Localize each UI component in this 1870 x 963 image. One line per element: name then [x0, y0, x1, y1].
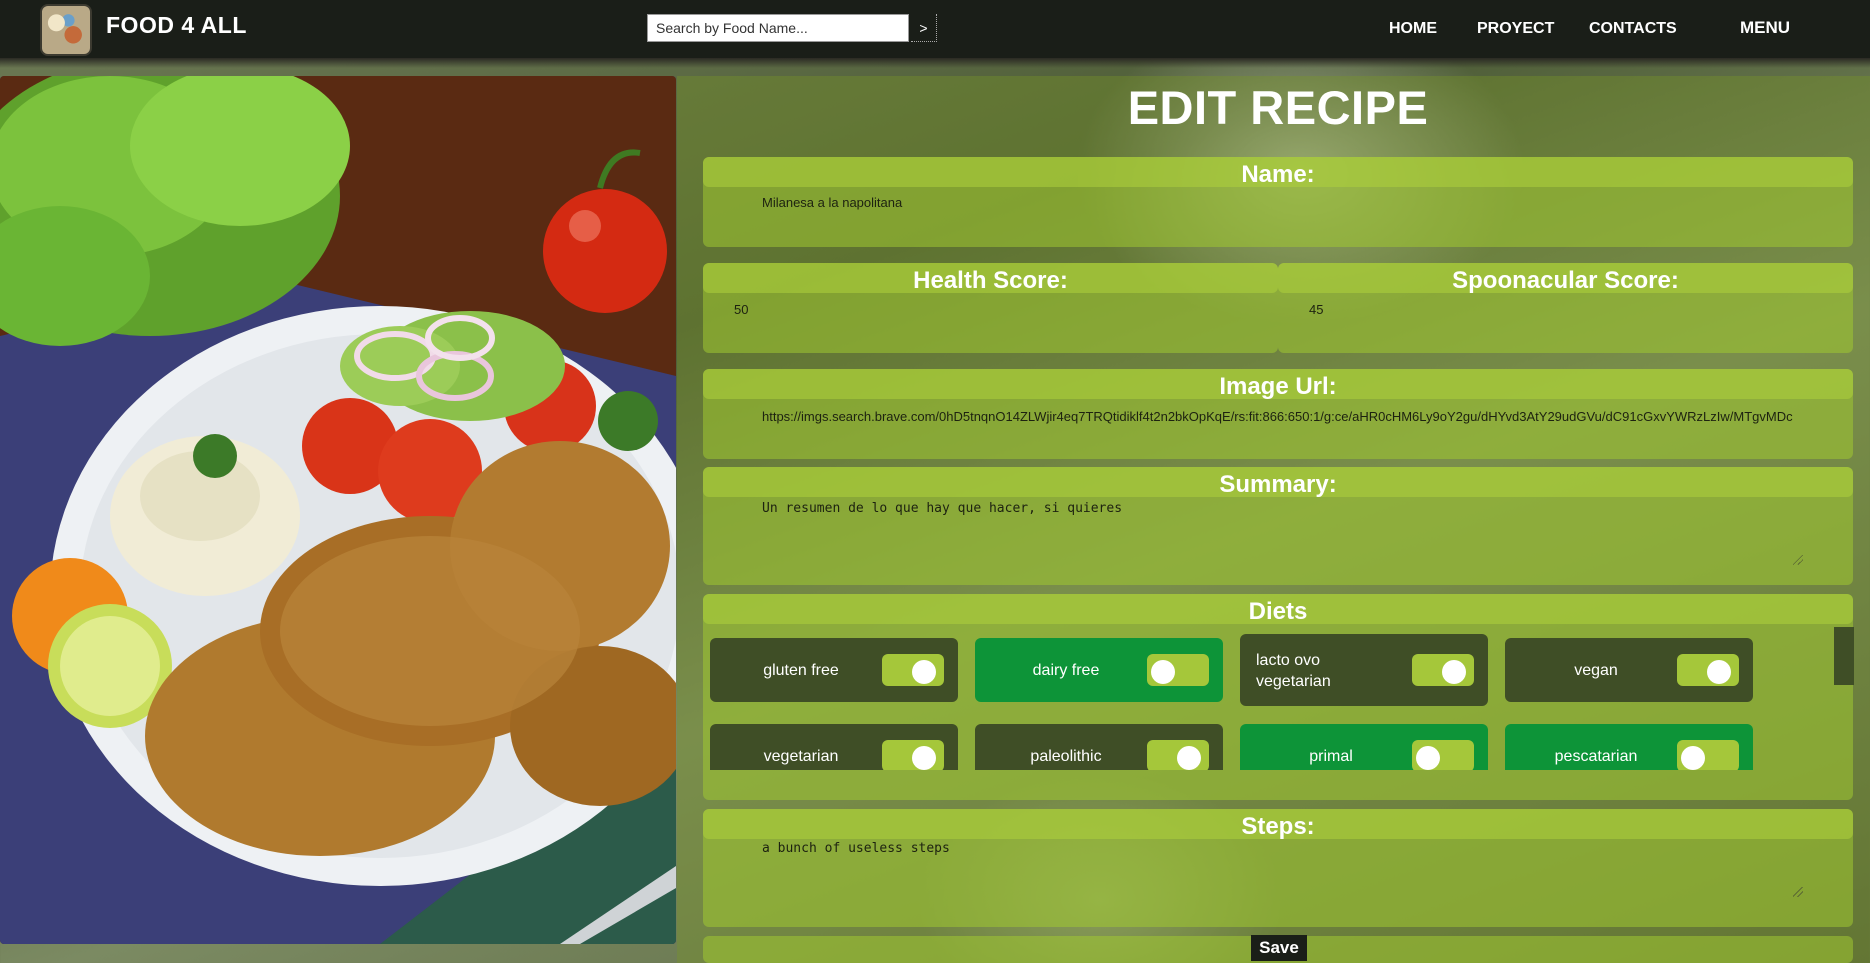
name-label: Name: — [1241, 161, 1315, 188]
toggle-knob — [1416, 746, 1440, 770]
diet-option-vegan[interactable]: vegan — [1505, 638, 1753, 702]
toggle-knob — [1442, 660, 1466, 684]
diet-label: dairy free — [1032, 662, 1100, 679]
summary-resize-handle[interactable] — [1793, 555, 1803, 565]
recipe-image-illustration — [0, 76, 676, 944]
diet-label: gluten free — [763, 662, 839, 679]
diets-grid: gluten free dairy free lacto ovo vegetar… — [710, 630, 1850, 770]
search-input[interactable] — [647, 14, 909, 42]
diet-toggle[interactable] — [882, 654, 944, 686]
nav-proyect-link[interactable]: PROYECT — [1477, 20, 1554, 38]
toggle-knob — [912, 746, 936, 770]
spoonacular-score-input[interactable] — [1307, 298, 1811, 320]
name-field: Name: — [703, 157, 1853, 247]
diet-option-pescatarian[interactable]: pescatarian — [1505, 724, 1753, 770]
navbar-shadow — [0, 58, 1870, 68]
page-title: EDIT RECIPE — [1127, 81, 1429, 134]
steps-field: Steps: a bunch of useless steps — [703, 809, 1853, 927]
diet-toggle[interactable] — [1147, 740, 1209, 770]
toggle-knob — [1151, 660, 1175, 684]
food-logo-icon[interactable] — [40, 4, 92, 56]
steps-textarea[interactable]: a bunch of useless steps — [760, 839, 1804, 903]
summary-textarea[interactable]: Un resumen de lo que hay que hacer, si q… — [760, 499, 1804, 563]
toggle-knob — [1177, 746, 1201, 770]
diet-label: lacto ovo vegetarian — [1256, 652, 1331, 690]
name-input[interactable] — [760, 191, 1824, 213]
spoonacular-score-field: Spoonacular Score: — [1278, 263, 1853, 353]
image-url-input[interactable] — [760, 405, 1804, 427]
diet-label: vegan — [1574, 662, 1618, 679]
diet-toggle[interactable] — [1677, 654, 1739, 686]
diet-option-paleolithic[interactable]: paleolithic — [975, 724, 1223, 770]
diet-option-gluten-free[interactable]: gluten free — [710, 638, 958, 702]
diet-toggle[interactable] — [1147, 654, 1209, 686]
search-button[interactable]: > — [911, 14, 937, 42]
image-url-label: Image Url: — [1219, 373, 1337, 400]
diet-label: vegetarian — [763, 748, 839, 765]
diets-label: Diets — [1248, 598, 1308, 625]
health-score-label: Health Score: — [913, 267, 1068, 294]
diet-label: pescatarian — [1554, 748, 1638, 765]
recipe-image — [0, 76, 676, 944]
toggle-knob — [1681, 746, 1705, 770]
steps-resize-handle[interactable] — [1793, 887, 1803, 897]
summary-field: Summary: Un resumen de lo que hay que ha… — [703, 467, 1853, 585]
diet-label: primal — [1309, 748, 1353, 765]
diet-toggle[interactable] — [1677, 740, 1739, 770]
brand-title[interactable]: FOOD 4 ALL — [106, 12, 247, 39]
nav-contacts-link[interactable]: CONTACTS — [1589, 20, 1677, 38]
top-navbar: FOOD 4 ALL > HOME PROYECT CONTACTS MENU — [0, 0, 1870, 68]
diet-option-primal[interactable]: primal — [1240, 724, 1488, 770]
health-score-input[interactable] — [732, 298, 1236, 320]
toggle-knob — [1707, 660, 1731, 684]
diet-toggle[interactable] — [1412, 654, 1474, 686]
nav-home-link[interactable]: HOME — [1389, 20, 1437, 38]
diet-option-dairy-free[interactable]: dairy free — [975, 638, 1223, 702]
diet-toggle[interactable] — [882, 740, 944, 770]
diet-label: paleolithic — [1030, 748, 1102, 765]
diet-toggle[interactable] — [1412, 740, 1474, 770]
diet-option-lacto-ovo-vegetarian[interactable]: lacto ovo vegetarian — [1240, 634, 1488, 706]
toggle-knob — [912, 660, 936, 684]
spoonacular-score-label: Spoonacular Score: — [1452, 267, 1679, 294]
summary-label: Summary: — [1219, 471, 1337, 498]
image-url-field: Image Url: — [703, 369, 1853, 459]
diet-option-vegetarian[interactable]: vegetarian — [710, 724, 958, 770]
steps-label: Steps: — [1241, 813, 1315, 840]
health-score-field: Health Score: — [703, 263, 1278, 353]
menu-button[interactable]: MENU — [1740, 18, 1790, 38]
save-button[interactable]: Save — [1251, 935, 1307, 961]
diets-scrollbar[interactable] — [1834, 627, 1854, 685]
